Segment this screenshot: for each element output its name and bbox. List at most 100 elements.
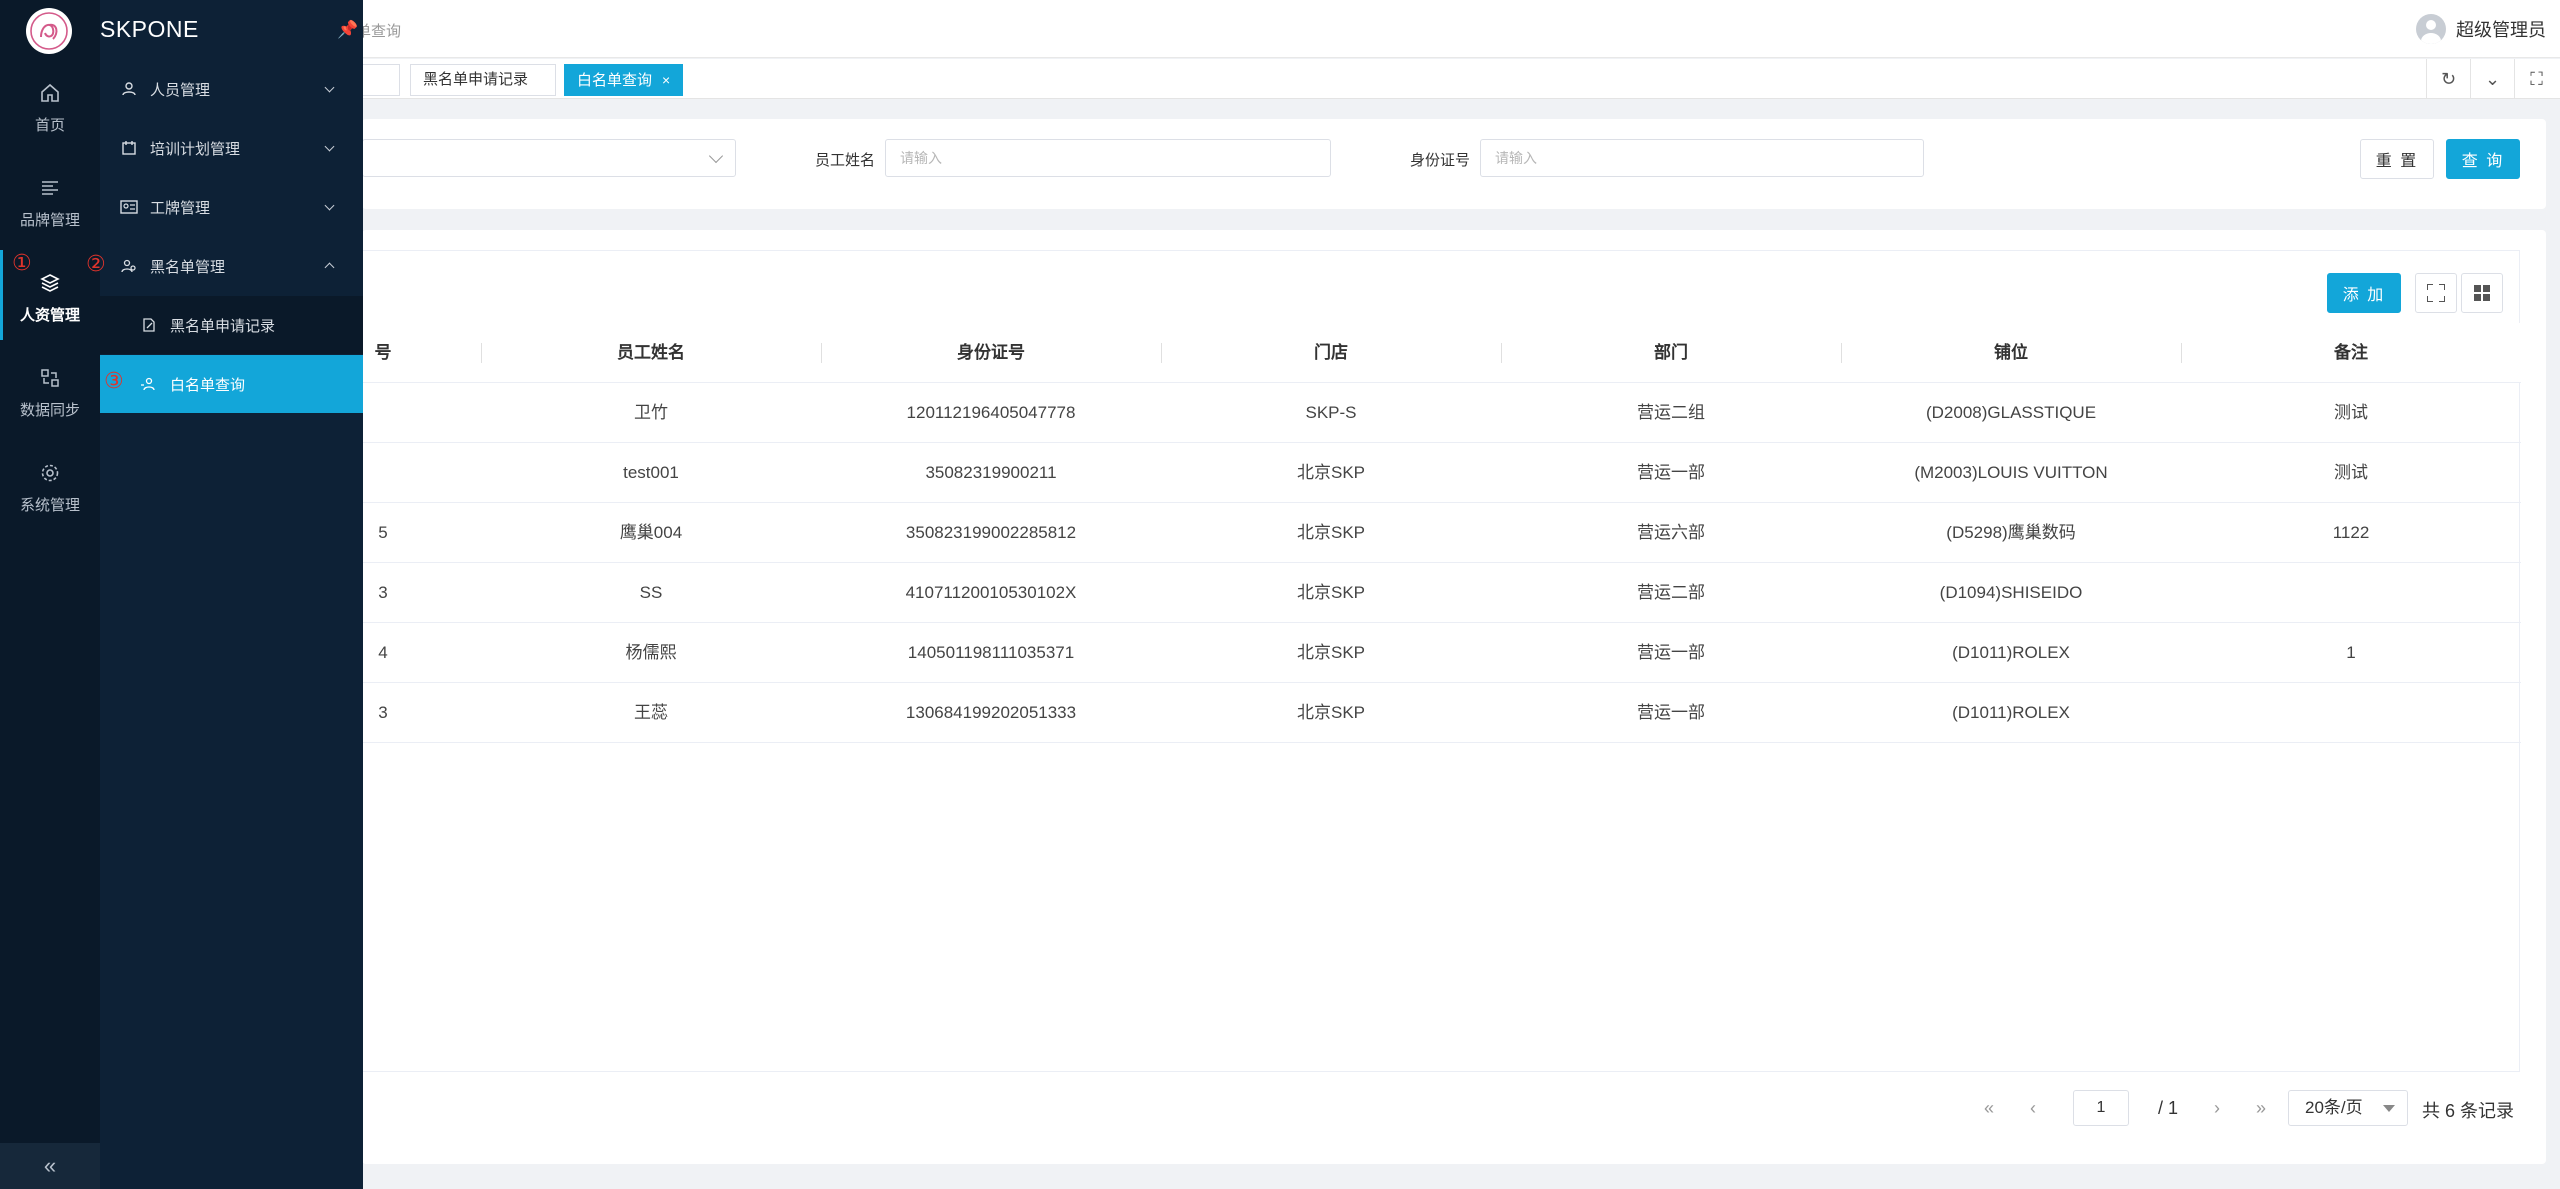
- table-header: 号 员工姓名 身份证号 门店 部门 铺位 备注: [363, 323, 2521, 383]
- menu-item-badge[interactable]: 工牌管理: [100, 178, 363, 236]
- search-panel: 员工姓名 身份证号 重 置 查 询: [362, 119, 2546, 209]
- calendar-icon: [120, 139, 138, 157]
- total-records: 共 6 条记录: [2422, 1101, 2515, 1121]
- cell-id: 140501198111035371: [907, 643, 1075, 662]
- page-size-select[interactable]: 20条/页: [2288, 1090, 2408, 1126]
- id-card-icon: [120, 198, 138, 216]
- menu-label[interactable]: 工牌管理: [150, 197, 210, 218]
- column-header-id[interactable]: 身份证号: [821, 323, 1161, 383]
- avatar[interactable]: [2416, 14, 2446, 44]
- rail-item-brand[interactable]: 品牌管理: [0, 155, 100, 245]
- cell-name: 卫竹: [634, 403, 668, 422]
- cell-id: 120112196405047778: [906, 403, 1076, 422]
- cell-name: SS: [639, 583, 663, 602]
- table-row[interactable]: 4 杨儒熙 140501198111035371 北京SKP 营运一部 (D10…: [363, 623, 2521, 683]
- query-button[interactable]: 查 询: [2446, 139, 2520, 179]
- first-page-icon[interactable]: «: [1974, 1088, 2004, 1128]
- menu-item-blacklist-records[interactable]: 黑名单申请记录: [100, 296, 363, 354]
- column-settings-icon[interactable]: [2461, 273, 2503, 313]
- caret-down-icon[interactable]: [2383, 1105, 2395, 1112]
- cell-store: 北京SKP: [1296, 703, 1366, 722]
- cell-dept: 营运一部: [1637, 643, 1705, 662]
- rail-label[interactable]: 系统管理: [20, 494, 80, 515]
- menu-label[interactable]: 人员管理: [150, 79, 210, 100]
- table-panel: 添 加 号 员工姓名 身份证号 门店 部门 铺位 备注 卫竹 120112196…: [362, 230, 2546, 1164]
- chevron-up-icon[interactable]: [324, 262, 335, 273]
- chevron-down-icon[interactable]: [324, 200, 335, 211]
- menu-label[interactable]: 培训计划管理: [150, 138, 240, 159]
- cell-shop: (D5298)鹰巢数码: [1946, 523, 2076, 542]
- tab-label[interactable]: 黑名单申请记录: [423, 71, 528, 88]
- collapse-sidebar-icon[interactable]: «: [0, 1143, 100, 1189]
- tab-blacklist-records[interactable]: 黑名单申请记录: [410, 64, 556, 96]
- store-select[interactable]: [362, 139, 736, 177]
- rail-label[interactable]: 品牌管理: [20, 209, 80, 230]
- menu-item-blacklist[interactable]: 黑名单管理: [100, 237, 363, 295]
- id-number-input[interactable]: [1480, 139, 1924, 177]
- menu-item-whitelist-query[interactable]: 白名单查询: [100, 355, 363, 413]
- cell-store: 北京SKP: [1296, 583, 1366, 602]
- menu-item-staff[interactable]: 人员管理: [100, 60, 363, 118]
- cell-note: 1: [2346, 643, 2356, 662]
- chevron-down-icon[interactable]: [708, 148, 724, 164]
- top-header: 单查询 超级管理员: [0, 0, 2560, 58]
- user-group-icon: [120, 257, 138, 275]
- user-menu[interactable]: 超级管理员: [2416, 14, 2546, 44]
- menu-item-training[interactable]: 培训计划管理: [100, 119, 363, 177]
- cell-name: 王蕊: [634, 703, 668, 722]
- chevron-down-icon[interactable]: ⌄: [2470, 59, 2514, 99]
- home-icon: [37, 80, 63, 106]
- cell-note: 测试: [2334, 403, 2368, 422]
- rail-item-sync[interactable]: 数据同步: [0, 345, 100, 435]
- column-header-note[interactable]: 备注: [2181, 323, 2521, 383]
- rail-label[interactable]: 人资管理: [20, 304, 80, 325]
- prev-page-icon[interactable]: ‹: [2018, 1088, 2048, 1128]
- step-marker-1: ①: [12, 250, 32, 275]
- cell-store: 北京SKP: [1296, 523, 1366, 542]
- menu-label[interactable]: 黑名单管理: [150, 256, 225, 277]
- column-header-name[interactable]: 员工姓名: [481, 323, 821, 383]
- chevron-down-icon[interactable]: [324, 141, 335, 152]
- gear-icon: [37, 460, 63, 486]
- brand-logo[interactable]: [26, 8, 72, 54]
- cell-dept: 营运一部: [1637, 463, 1705, 482]
- rail-item-system[interactable]: 系统管理: [0, 440, 100, 530]
- expand-icon[interactable]: [2415, 273, 2457, 313]
- column-header-store[interactable]: 门店: [1161, 323, 1501, 383]
- pin-icon[interactable]: 📌: [337, 20, 358, 40]
- sidebar-rail: 首页 品牌管理 人资管理 数据同步 系统管理 «: [0, 0, 100, 1189]
- cell-shop: (D1094)SHISEIDO: [1939, 583, 2083, 602]
- refresh-icon[interactable]: ↻: [2426, 59, 2470, 99]
- rail-label[interactable]: 数据同步: [20, 399, 80, 420]
- table-row[interactable]: 3 王蕊 130684199202051333 北京SKP 营运一部 (D101…: [363, 683, 2521, 743]
- cell-shop: (D1011)ROLEX: [1952, 703, 2070, 722]
- username[interactable]: 超级管理员: [2456, 16, 2546, 42]
- column-header-shop[interactable]: 铺位: [1841, 323, 2181, 383]
- total-pages: / 1: [2157, 1097, 2178, 1118]
- menu-label[interactable]: 黑名单申请记录: [170, 315, 275, 336]
- rail-item-home[interactable]: 首页: [0, 60, 100, 150]
- table-row[interactable]: 3 SS 41071120010530102X 北京SKP 营运二部 (D109…: [363, 563, 2521, 623]
- employee-name-input[interactable]: [885, 139, 1331, 177]
- cell-store: 北京SKP: [1296, 463, 1366, 482]
- table-row[interactable]: 5 鹰巢004 350823199002285812 北京SKP 营运六部 (D…: [363, 503, 2521, 563]
- rail-label[interactable]: 首页: [35, 114, 65, 135]
- page-size-value[interactable]: 20条/页: [2305, 1098, 2363, 1117]
- chevron-down-icon[interactable]: [324, 82, 335, 93]
- column-header-dept[interactable]: 部门: [1501, 323, 1841, 383]
- step-marker-2: ②: [86, 251, 106, 276]
- table-row[interactable]: 卫竹 120112196405047778 SKP-S 营运二组 (D2008)…: [363, 383, 2521, 443]
- table-row[interactable]: test001 35082319900211 北京SKP 营运一部 (M2003…: [363, 443, 2521, 503]
- page-number-input[interactable]: 1: [2073, 1090, 2129, 1126]
- tab-label[interactable]: 白名单查询: [577, 72, 652, 89]
- menu-label[interactable]: 白名单查询: [170, 374, 245, 395]
- tab-close-icon[interactable]: ×: [662, 72, 670, 88]
- reset-button[interactable]: 重 置: [2360, 139, 2434, 179]
- fullscreen-icon[interactable]: ⛶: [2514, 59, 2558, 99]
- add-button[interactable]: 添 加: [2327, 273, 2401, 313]
- next-page-icon[interactable]: ›: [2202, 1088, 2232, 1128]
- cell-store: 北京SKP: [1296, 643, 1366, 662]
- tab-whitelist-query[interactable]: 白名单查询 ×: [564, 64, 684, 96]
- cell-store: SKP-S: [1305, 403, 1357, 422]
- last-page-icon[interactable]: »: [2246, 1088, 2276, 1128]
